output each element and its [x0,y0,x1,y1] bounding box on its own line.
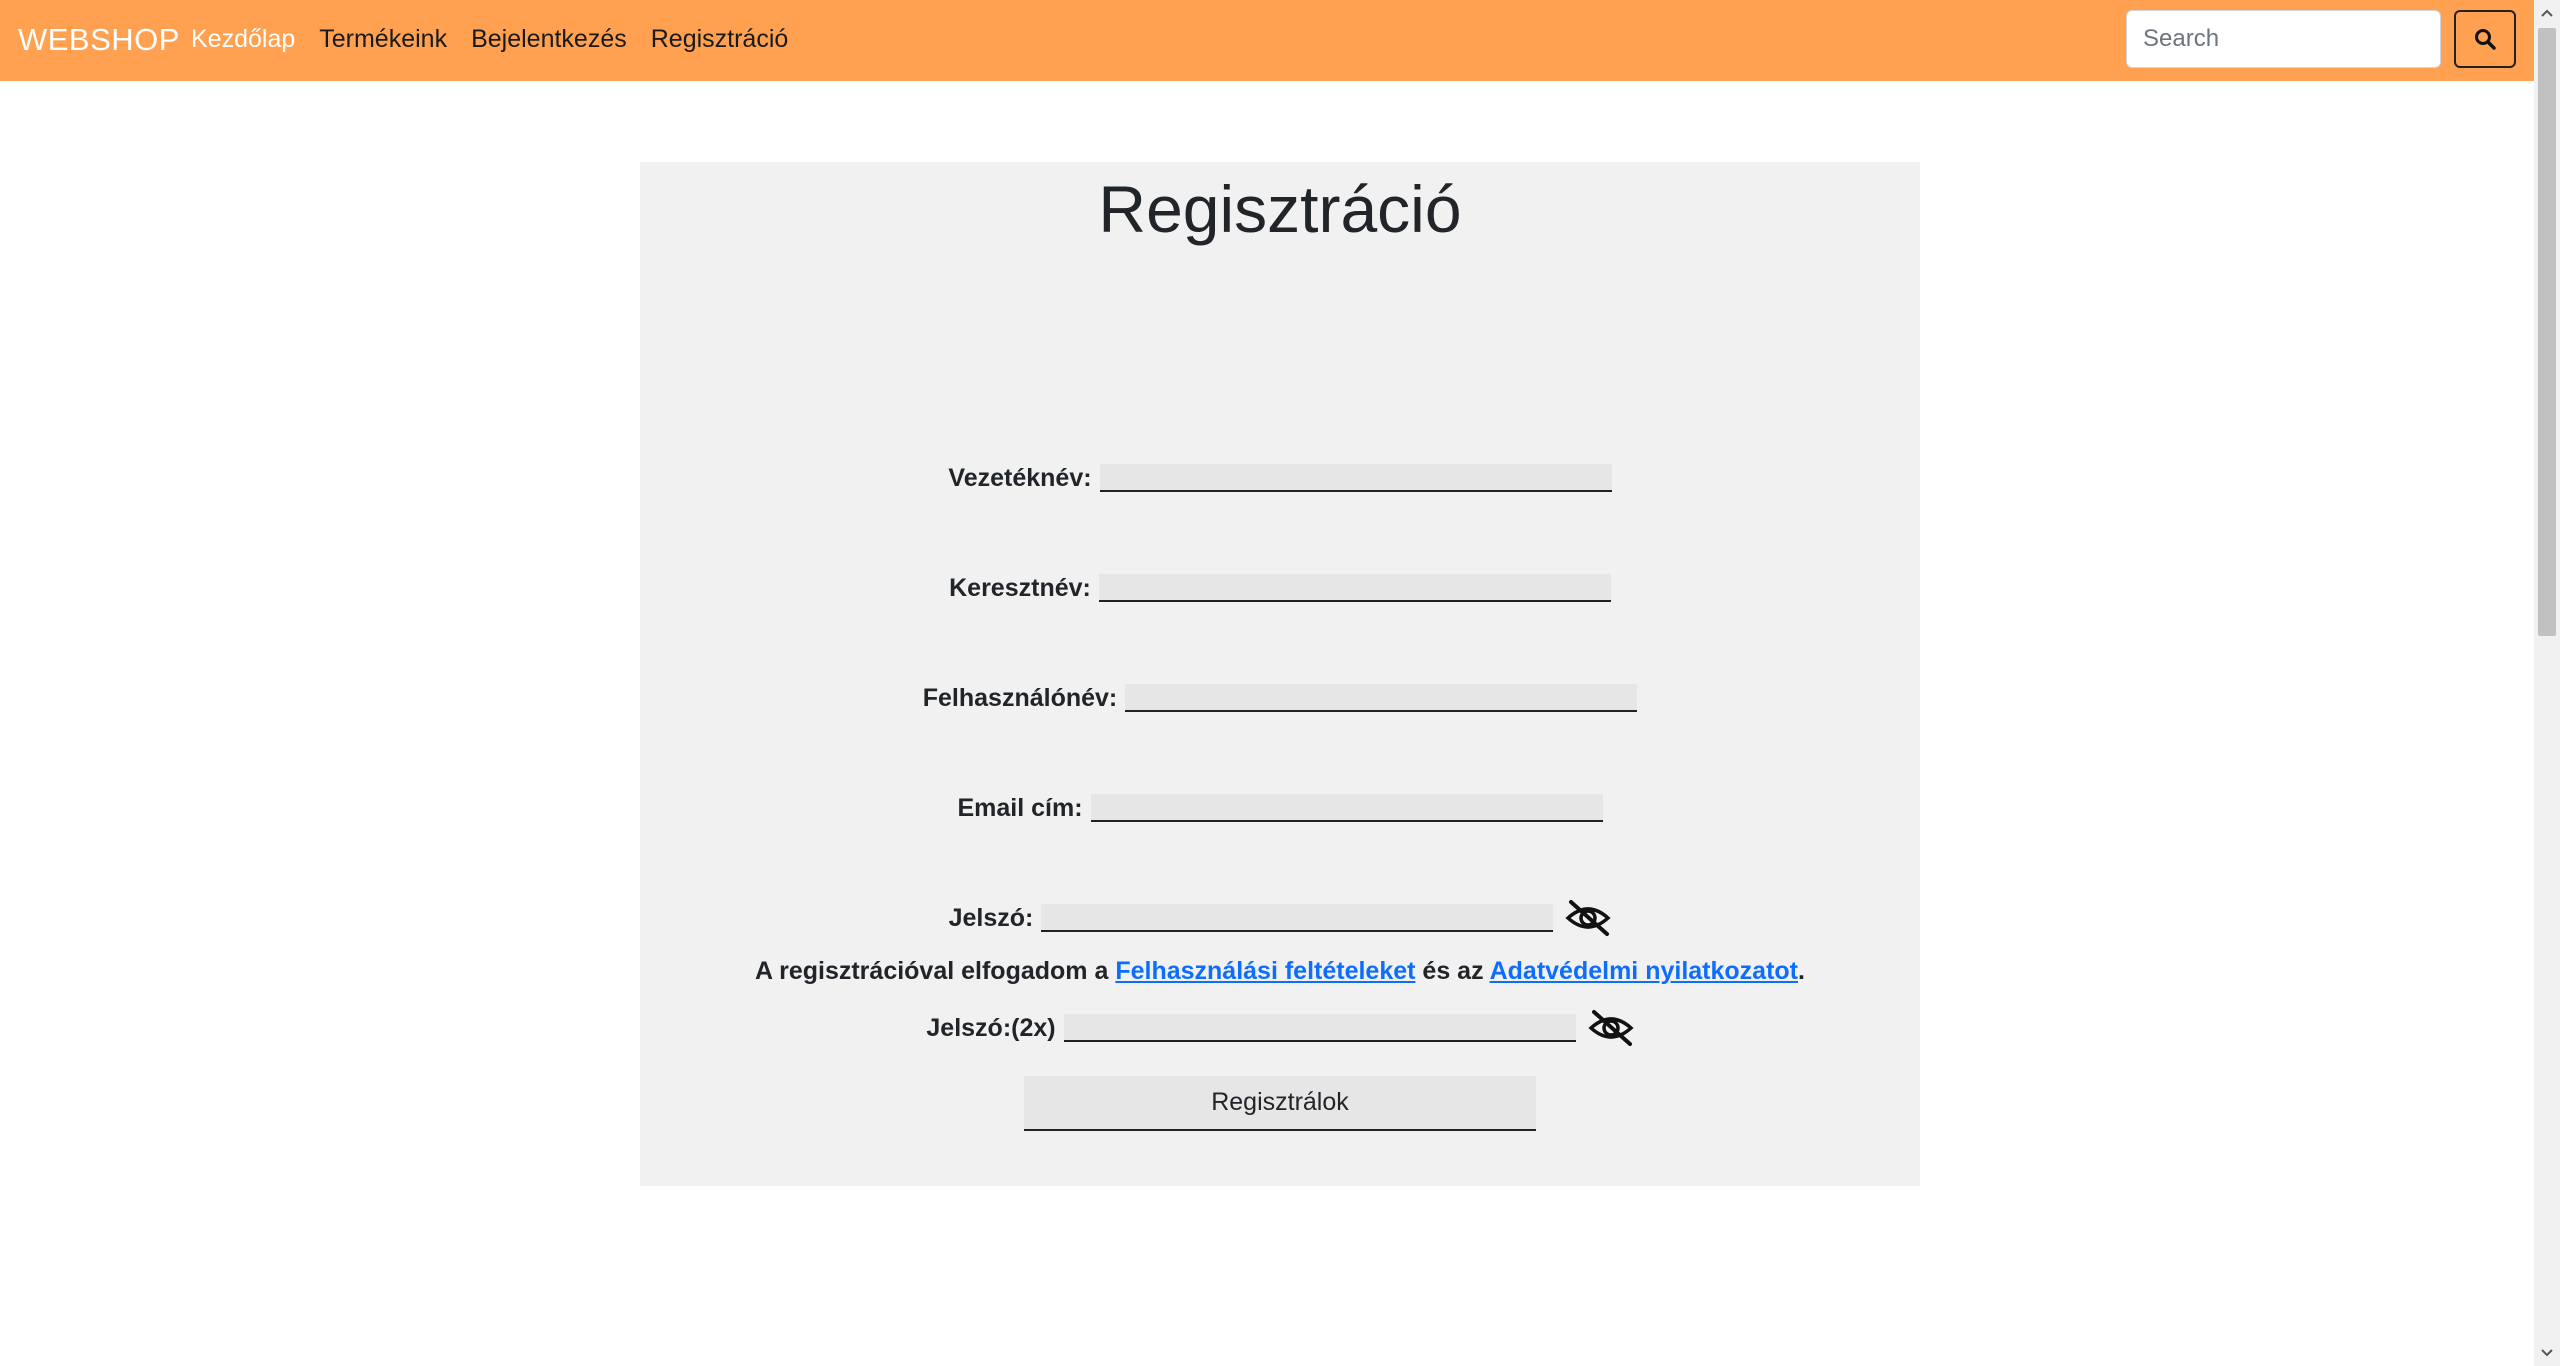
lastname-label: Vezetéknév: [948,463,1092,492]
email-row: Email cím: [640,788,1920,828]
password-confirm-label: Jelszó:(2x) [926,1013,1056,1042]
search-input[interactable] [2126,10,2441,68]
terms-text: A regisztrációval elfogadom a Felhasznál… [640,957,1920,986]
password-confirm-field[interactable] [1063,1014,1576,1042]
privacy-policy-link[interactable]: Adatvédelmi nyilatkozatot [1490,957,1798,985]
search-icon [2475,29,2496,50]
lastname-field[interactable] [1099,464,1612,492]
firstname-field[interactable] [1098,574,1611,602]
terms-suffix: . [1798,957,1805,985]
username-field[interactable] [1125,684,1638,712]
nav-link-register[interactable]: Regisztráció [651,25,789,54]
email-field[interactable] [1090,794,1603,822]
terms-middle: és az [1415,957,1490,985]
nav-link-login[interactable]: Bejelentkezés [471,25,627,54]
firstname-row: Keresztnév: [640,568,1920,608]
nav-link-home[interactable]: Kezdőlap [191,25,295,54]
terms-of-use-link[interactable]: Felhasználási feltételeket [1115,957,1415,985]
page-scrollbar[interactable] [2534,0,2560,1366]
brand-logo[interactable]: WEBSHOP [18,22,180,58]
scroll-up-arrow-icon[interactable] [2534,0,2560,26]
navbar: WEBSHOP Kezdőlap Termékeink Bejelentkezé… [0,0,2534,81]
password-row: Jelszó: [640,898,1920,938]
firstname-label: Keresztnév: [949,573,1091,602]
email-label: Email cím: [957,793,1083,822]
password-label: Jelszó: [948,903,1034,932]
search-button[interactable] [2454,10,2516,68]
terms-prefix: A regisztrációval elfogadom a [755,957,1116,985]
scroll-down-arrow-icon[interactable] [2534,1340,2560,1366]
password-field[interactable] [1041,904,1554,932]
scrollbar-thumb[interactable] [2538,28,2556,636]
lastname-row: Vezetéknév: [640,458,1920,498]
nav-links: Kezdőlap Termékeink Bejelentkezés Regisz… [191,25,788,54]
eye-slash-icon[interactable] [1587,1008,1634,1048]
username-label: Felhasználónév: [922,683,1118,712]
eye-slash-icon[interactable] [1565,898,1611,938]
page-title: Regisztráció [1098,172,1462,246]
nav-link-products[interactable]: Termékeink [319,25,447,54]
registration-card: Regisztráció Vezetéknév: Keresztnév: Fel… [640,162,1920,1186]
username-row: Felhasználónév: [640,678,1920,718]
password-confirm-row: Jelszó:(2x) [640,1008,1920,1048]
register-button[interactable]: Regisztrálok [1024,1076,1536,1131]
